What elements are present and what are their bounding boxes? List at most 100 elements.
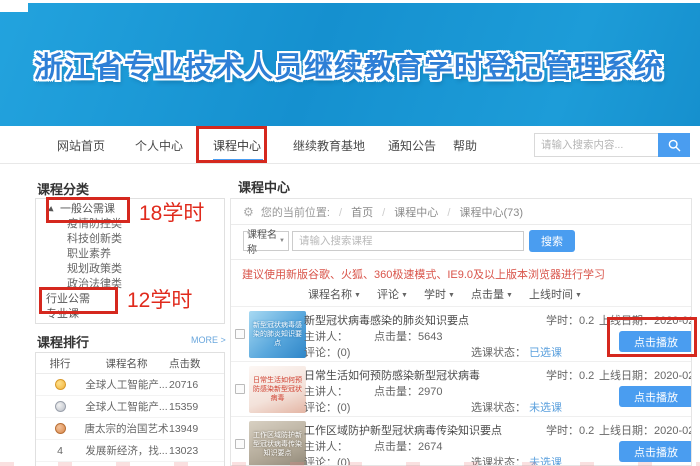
chevron-down-icon: ▼: [279, 238, 285, 244]
breadcrumb-course-center[interactable]: 课程中心: [394, 207, 438, 219]
sort-arrow-icon: ▼: [401, 292, 408, 299]
course-date: 上线日期：2020-02-21: [599, 422, 692, 438]
course-search-row: 课程名称 ▼ 搜索: [231, 225, 691, 259]
silver-medal-icon: [55, 401, 66, 412]
gear-icon: ⚙: [243, 205, 254, 219]
category-policy[interactable]: 规划政策类: [36, 262, 224, 277]
breadcrumb-prefix: 您的当前位置:: [261, 207, 330, 219]
category-panel: 一般公需课 疫情防控类 科技创新类 职业素养 规划政策类 政治法律类 行业公需 …: [35, 198, 225, 324]
ranking-row[interactable]: 4 发展新经济，找... 13023: [36, 440, 224, 462]
category-profession[interactable]: 职业素养: [36, 247, 224, 262]
course-search-button[interactable]: 搜索: [529, 230, 575, 252]
search-icon: [668, 139, 681, 152]
course-hours: 学时：0.2: [546, 367, 594, 383]
sort-by-name[interactable]: 课程名称▼: [308, 289, 361, 301]
course-comments: 评论：(0): [304, 399, 350, 415]
course-list-item: 新型冠状病毒感染的肺炎知识要点 新型冠状病毒感染的肺炎知识要点 主讲人： 点击量…: [231, 306, 691, 361]
sort-by-comments[interactable]: 评论▼: [377, 289, 408, 301]
course-clicks: 点击量：2674: [374, 438, 442, 454]
nav-item-personal[interactable]: 个人中心: [135, 137, 183, 154]
course-list-item: 工作区域防护新型冠状病毒传染知识要点 工作区域防护新型冠状病毒传染知识要点 主讲…: [231, 416, 691, 466]
ranking-panel: 排行 课程名称 点击数 全球人工智能产... 20716 全球人工智能产... …: [35, 352, 225, 466]
category-panel-title: 课程分类: [37, 179, 89, 198]
course-thumbnail[interactable]: 日常生活如何预防感染新型冠状病毒: [249, 366, 306, 413]
sort-by-clicks[interactable]: 点击量▼: [471, 289, 513, 301]
category-industry-public[interactable]: 行业公需: [36, 292, 224, 307]
breadcrumb-separator: [339, 207, 342, 219]
course-status-link[interactable]: 已选课: [529, 347, 562, 359]
ranking-header-row: 排行 课程名称 点击数: [36, 353, 224, 374]
nav-item-help[interactable]: 帮助: [453, 137, 477, 154]
browser-notice: 建议使用新版谷歌、火狐、360极速模式、IE9.0及以上版本浏览器进行学习: [231, 260, 691, 286]
course-hours: 学时：0.2: [546, 312, 594, 328]
category-professional-course[interactable]: 专业课: [36, 307, 224, 322]
page-title: 课程中心: [238, 177, 290, 196]
course-checkbox[interactable]: [235, 439, 245, 449]
course-hours: 学时：0.2: [546, 422, 594, 438]
category-general-public[interactable]: 一般公需课: [36, 202, 224, 217]
sort-arrow-icon: ▼: [354, 292, 361, 299]
course-center-panel: ⚙ 您的当前位置: 首页 课程中心 课程中心(73) 课程名称 ▼ 搜索 建议使…: [230, 198, 692, 466]
breadcrumb-current: 课程中心(73): [459, 207, 523, 219]
category-politics-law[interactable]: 政治法律类: [36, 277, 224, 292]
course-lecturer-label: 主讲人：: [304, 383, 348, 399]
breadcrumb-home[interactable]: 首页: [351, 207, 373, 219]
course-comments: 评论：(0): [304, 344, 350, 360]
ranking-col-name: 课程名称: [84, 356, 169, 371]
course-title[interactable]: 日常生活如何预防感染新型冠状病毒: [304, 367, 480, 383]
ranking-col-rank: 排行: [36, 356, 84, 371]
play-button[interactable]: 点击播放: [619, 331, 692, 352]
course-date: 上线日期：2020-02-21: [599, 312, 692, 328]
main-navbar: 网站首页 个人中心 课程中心 继续教育基地 通知公告 帮助: [0, 126, 700, 164]
expand-triangle-icon: [48, 206, 56, 214]
sort-arrow-icon: ▼: [506, 292, 513, 299]
course-status: 选课状态： 未选课: [471, 399, 562, 415]
breadcrumb-separator: [447, 207, 450, 219]
bronze-medal-icon: [55, 423, 66, 434]
gold-medal-icon: [55, 379, 66, 390]
play-button[interactable]: 点击播放: [619, 386, 692, 407]
ranking-col-clicks: 点击数: [169, 356, 224, 371]
play-button[interactable]: 点击播放: [619, 441, 692, 462]
course-title[interactable]: 新型冠状病毒感染的肺炎知识要点: [304, 312, 469, 328]
breadcrumb: ⚙ 您的当前位置: 首页 课程中心 课程中心(73): [231, 199, 691, 225]
active-tab-underline: [213, 159, 263, 161]
course-search-input[interactable]: [292, 231, 524, 251]
screenshot-edge-artifact: [0, 462, 700, 466]
nav-item-course-center[interactable]: 课程中心: [213, 137, 261, 154]
site-title: 浙江省专业技术人员继续教育学时登记管理系统: [34, 44, 700, 86]
category-epidemic[interactable]: 疫情防控类: [36, 217, 224, 232]
course-clicks: 点击量：2970: [374, 383, 442, 399]
course-clicks: 点击量：5643: [374, 328, 442, 344]
ranking-row[interactable]: 唐太宗的治国艺术 13949: [36, 418, 224, 440]
course-thumbnail[interactable]: 工作区域防护新型冠状病毒传染知识要点: [249, 421, 306, 466]
sort-bar: 课程名称▼ 评论▼ 学时▼ 点击量▼ 上线时间▼: [231, 286, 691, 306]
sort-arrow-icon: ▼: [448, 292, 455, 299]
ranking-panel-title: 课程排行: [37, 332, 89, 351]
nav-item-home[interactable]: 网站首页: [57, 137, 105, 154]
sort-by-hours[interactable]: 学时▼: [424, 289, 455, 301]
course-title[interactable]: 工作区域防护新型冠状病毒传染知识要点: [304, 422, 502, 438]
course-status-link[interactable]: 未选课: [529, 402, 562, 414]
ranking-row[interactable]: 全球人工智能产... 20716: [36, 374, 224, 396]
nav-item-edu-base[interactable]: 继续教育基地: [293, 137, 365, 154]
course-lecturer-label: 主讲人：: [304, 438, 348, 454]
site-search-input[interactable]: [534, 133, 658, 157]
course-thumbnail[interactable]: 新型冠状病毒感染的肺炎知识要点: [249, 311, 306, 358]
category-tech[interactable]: 科技创新类: [36, 232, 224, 247]
nav-item-notice[interactable]: 通知公告: [388, 137, 436, 154]
sort-by-date[interactable]: 上线时间▼: [529, 289, 582, 301]
ranking-row[interactable]: 全球人工智能产... 15359: [36, 396, 224, 418]
ranking-more-link[interactable]: MORE >: [191, 335, 226, 345]
breadcrumb-separator: [382, 207, 385, 219]
course-date: 上线日期：2020-02-21: [599, 367, 692, 383]
course-checkbox[interactable]: [235, 329, 245, 339]
site-search-button[interactable]: [658, 133, 690, 157]
site-banner: 浙江省专业技术人员继续教育学时登记管理系统: [0, 0, 700, 126]
search-field-select[interactable]: 课程名称 ▼: [243, 231, 289, 251]
page: 浙江省专业技术人员继续教育学时登记管理系统 网站首页 个人中心 课程中心 继续教…: [0, 0, 700, 466]
sort-arrow-icon: ▼: [575, 292, 582, 299]
screenshot-corner-artifact: [0, 0, 28, 12]
course-lecturer-label: 主讲人：: [304, 328, 348, 344]
course-checkbox[interactable]: [235, 384, 245, 394]
